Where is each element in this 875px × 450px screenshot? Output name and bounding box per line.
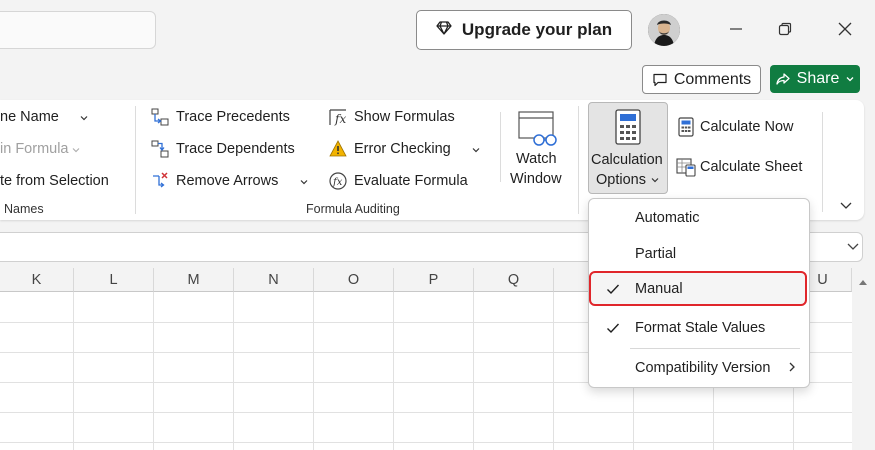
formula-bar-expand-icon[interactable] bbox=[846, 239, 860, 253]
row-line bbox=[0, 412, 852, 413]
use-in-formula-button[interactable]: in Formula bbox=[0, 141, 69, 157]
create-from-selection-button[interactable]: te from Selection bbox=[0, 173, 109, 189]
column-line bbox=[313, 292, 314, 450]
calculate-now-label: Calculate Now bbox=[700, 119, 794, 135]
column-line bbox=[73, 292, 74, 450]
menu-divider bbox=[630, 348, 800, 349]
column-line bbox=[153, 292, 154, 450]
error-checking-icon bbox=[329, 140, 347, 157]
column-header-q[interactable]: Q bbox=[474, 268, 554, 292]
restore-button[interactable] bbox=[770, 14, 800, 44]
column-header-l[interactable]: L bbox=[74, 268, 154, 292]
comment-icon bbox=[653, 73, 667, 86]
trace-precedents-icon bbox=[151, 108, 169, 126]
chevron-down-icon bbox=[300, 180, 308, 185]
trace-precedents-label: Trace Precedents bbox=[176, 109, 290, 125]
group-divider bbox=[500, 112, 501, 182]
chevron-down-icon bbox=[80, 116, 88, 121]
column-line bbox=[473, 292, 474, 450]
diamond-icon bbox=[436, 20, 452, 41]
svg-text:fx: fx bbox=[334, 112, 346, 126]
menu-item-automatic[interactable]: Automatic bbox=[589, 201, 809, 235]
column-line bbox=[553, 292, 554, 450]
calculate-sheet-label: Calculate Sheet bbox=[700, 159, 803, 175]
column-line bbox=[393, 292, 394, 450]
calculate-now-icon bbox=[678, 117, 694, 137]
search-box[interactable] bbox=[0, 11, 156, 49]
checkmark-icon bbox=[607, 323, 620, 334]
show-formulas-icon: fx bbox=[329, 109, 346, 126]
define-name-button[interactable]: ne Name bbox=[0, 109, 59, 125]
column-header-m[interactable]: M bbox=[154, 268, 234, 292]
close-button[interactable] bbox=[830, 14, 860, 44]
comments-label: Comments bbox=[673, 70, 752, 88]
column-header-k[interactable]: K bbox=[0, 268, 74, 292]
evaluate-formula-icon: fx bbox=[329, 172, 347, 190]
trace-dependents-label: Trace Dependents bbox=[176, 141, 295, 157]
share-label: Share bbox=[796, 70, 840, 87]
minimize-icon bbox=[730, 28, 742, 30]
menu-item-manual[interactable]: Manual bbox=[589, 271, 807, 306]
watch-window-icon bbox=[518, 111, 557, 146]
group-divider bbox=[135, 106, 136, 214]
menu-item-compatibility-version[interactable]: Compatibility Version bbox=[589, 350, 807, 384]
minimize-button[interactable] bbox=[721, 14, 751, 44]
trace-dependents-icon bbox=[151, 140, 169, 158]
close-icon bbox=[838, 22, 852, 36]
names-group-label: Names bbox=[4, 202, 44, 216]
restore-icon bbox=[778, 22, 792, 36]
column-header-p[interactable]: P bbox=[394, 268, 474, 292]
error-checking-label: Error Checking bbox=[354, 141, 451, 157]
column-line bbox=[233, 292, 234, 450]
share-button[interactable]: Share bbox=[770, 65, 860, 93]
column-header-o[interactable]: O bbox=[314, 268, 394, 292]
watch-window-label-2: Window bbox=[510, 171, 562, 187]
checkmark-icon bbox=[607, 284, 620, 295]
column-header-n[interactable]: N bbox=[234, 268, 314, 292]
chevron-right-icon bbox=[789, 362, 795, 372]
compatibility-version-label: Compatibility Version bbox=[635, 360, 771, 376]
group-divider bbox=[578, 106, 579, 214]
ribbon-expand-icon[interactable] bbox=[839, 198, 853, 212]
chevron-down-icon bbox=[472, 148, 480, 153]
row-line bbox=[0, 442, 852, 443]
remove-arrows-icon bbox=[153, 172, 168, 188]
remove-arrows-label: Remove Arrows bbox=[176, 173, 279, 189]
upgrade-plan-label: Upgrade your plan bbox=[461, 20, 613, 39]
watch-window-label-1: Watch bbox=[516, 151, 557, 167]
chevron-down-icon bbox=[72, 148, 80, 153]
chevron-down-icon bbox=[651, 178, 659, 183]
evaluate-formula-label: Evaluate Formula bbox=[354, 173, 468, 189]
formula-auditing-group-label: Formula Auditing bbox=[306, 202, 400, 216]
calculation-options-label-1: Calculation bbox=[591, 152, 663, 168]
vertical-scrollbar[interactable] bbox=[852, 268, 875, 450]
group-divider bbox=[822, 112, 823, 212]
avatar[interactable] bbox=[648, 14, 680, 46]
calculation-options-button[interactable]: Calculation Options bbox=[588, 102, 668, 194]
menu-item-partial[interactable]: Partial bbox=[589, 237, 809, 271]
scroll-up-icon[interactable] bbox=[858, 278, 868, 286]
comments-button[interactable]: Comments bbox=[642, 65, 761, 94]
share-icon bbox=[775, 73, 790, 85]
automatic-label: Automatic bbox=[635, 210, 700, 226]
calculation-options-label-2: Options bbox=[596, 172, 646, 188]
chevron-down-icon bbox=[846, 77, 854, 82]
manual-label: Manual bbox=[635, 281, 683, 297]
calculate-sheet-icon bbox=[676, 158, 696, 177]
show-formulas-label: Show Formulas bbox=[354, 109, 455, 125]
calculator-icon bbox=[615, 109, 641, 145]
format-stale-values-label: Format Stale Values bbox=[635, 320, 766, 336]
menu-item-format-stale-values[interactable]: Format Stale Values bbox=[589, 310, 807, 344]
svg-text:fx: fx bbox=[332, 177, 343, 188]
upgrade-plan-button[interactable]: Upgrade your plan bbox=[416, 10, 632, 50]
partial-label: Partial bbox=[635, 246, 677, 262]
